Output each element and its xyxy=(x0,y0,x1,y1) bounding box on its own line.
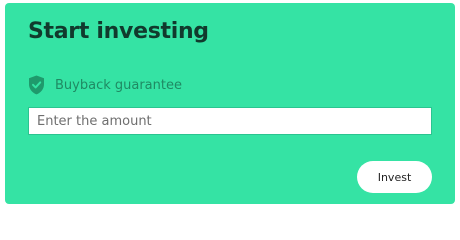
shield-check-icon xyxy=(28,75,45,95)
guarantee-label: Buyback guarantee xyxy=(55,77,182,93)
invest-button[interactable]: Invest xyxy=(357,161,432,193)
card-title: Start investing xyxy=(28,19,209,44)
buyback-guarantee: Buyback guarantee xyxy=(28,75,182,95)
amount-input[interactable] xyxy=(28,107,432,135)
start-investing-card: Start investing Buyback guarantee Invest xyxy=(5,3,455,204)
